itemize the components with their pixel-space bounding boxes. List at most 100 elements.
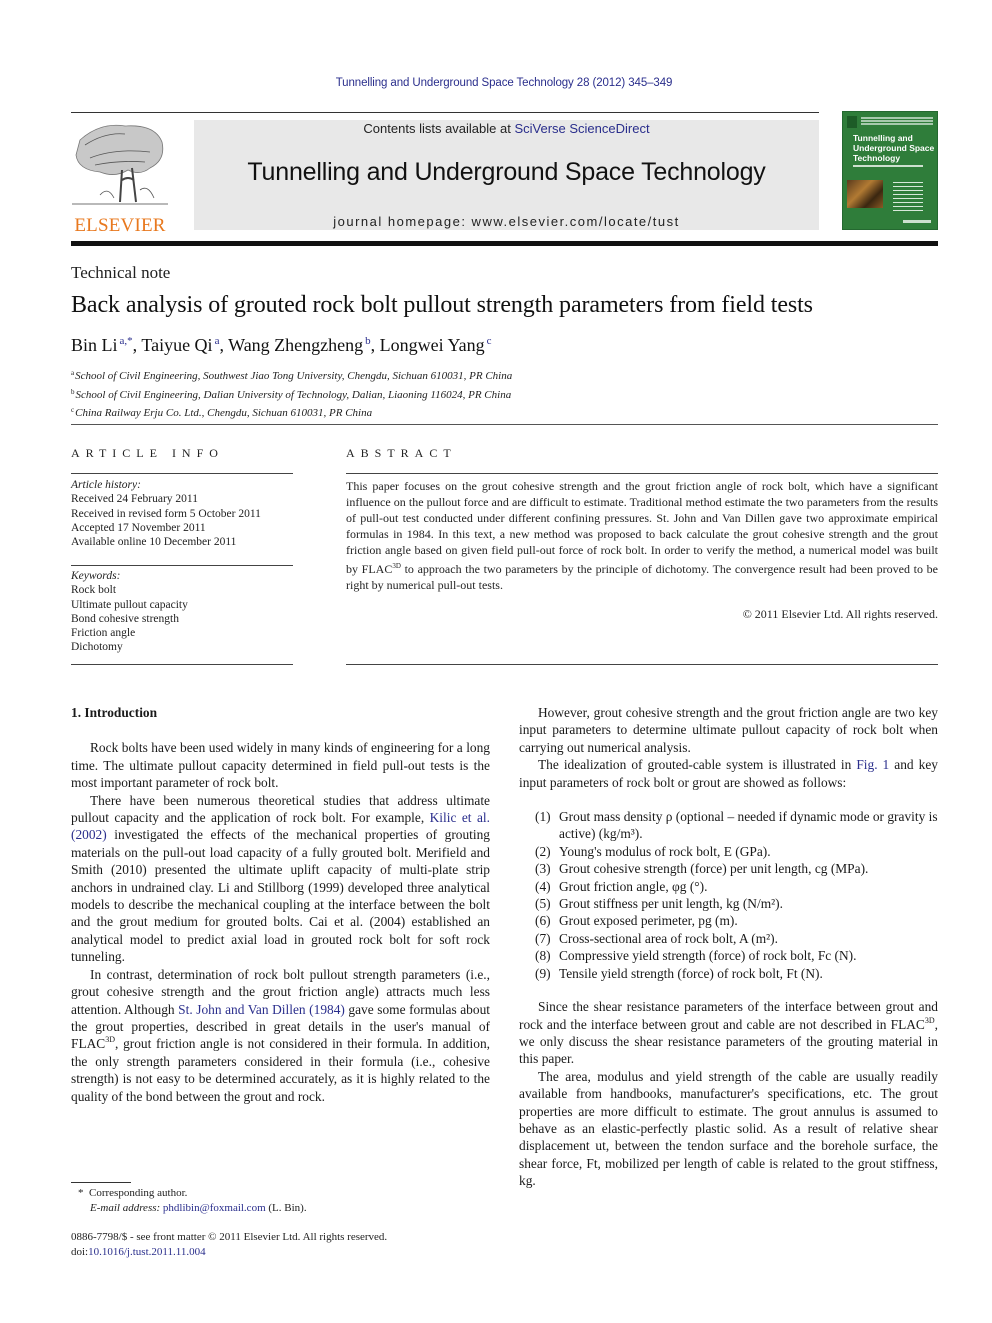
text-run: There have been numerous theoretical stu… xyxy=(71,792,490,826)
journal-citation[interactable]: Tunnelling and Underground Space Technol… xyxy=(0,77,992,89)
body-left-column: 1. Introduction Rock bolts have been use… xyxy=(71,704,490,1105)
history-item: Accepted 17 November 2011 xyxy=(71,521,206,534)
cover-title-line: Tunnelling and xyxy=(853,133,913,143)
author-affil-mark[interactable]: a,* xyxy=(120,335,133,347)
email-suffix: (L. Bin). xyxy=(265,1202,307,1214)
body-paragraph: Rock bolts have been used widely in many… xyxy=(71,740,490,791)
body-paragraph: The idealization of grouted-cable system… xyxy=(519,756,938,791)
cover-photo xyxy=(847,180,883,208)
list-number: (2) xyxy=(535,843,551,859)
history-item: Received in revised form 5 October 2011 xyxy=(71,507,261,520)
elsevier-logo[interactable]: ELSEVIER xyxy=(70,120,170,236)
list-item: (6) Grout exposed perimeter, pg (m). xyxy=(519,912,938,929)
history-label: Article history: xyxy=(71,479,141,491)
contents-line: Contents lists available at SciVerse Sci… xyxy=(194,121,819,136)
elsevier-wordmark: ELSEVIER xyxy=(74,215,166,236)
email-link[interactable]: phdlibin@foxmail.com xyxy=(163,1202,266,1214)
keywords: Keywords: Rock bolt Ultimate pullout cap… xyxy=(71,569,188,655)
affiliation-text: School of Civil Engineering, Southwest J… xyxy=(75,370,513,382)
list-number: (3) xyxy=(535,861,551,877)
abstract-heading: ABSTRACT xyxy=(346,446,457,460)
author-name[interactable]: Bin Li xyxy=(71,335,118,355)
author-affil-mark[interactable]: b xyxy=(365,335,371,347)
author-name[interactable]: Longwei Yang xyxy=(380,335,485,355)
cover-header-lines xyxy=(861,117,933,119)
history-item: Available online 10 December 2011 xyxy=(71,536,237,549)
author-name[interactable]: Taiyue Qi xyxy=(141,335,212,355)
abstract-text-part: to approach the two parameters by the pr… xyxy=(346,562,938,592)
journal-homepage[interactable]: journal homepage: www.elsevier.com/locat… xyxy=(194,214,819,229)
contents-prefix: Contents lists available at xyxy=(363,121,515,136)
cover-title: Tunnelling and Underground Space Technol… xyxy=(853,133,937,163)
affiliation-text: School of Civil Engineering, Dalian Univ… xyxy=(75,388,512,401)
article-info-bottom-rule xyxy=(71,664,293,665)
email-label: E-mail address: xyxy=(90,1202,161,1214)
figure-link[interactable]: Fig. 1 xyxy=(856,757,889,772)
corresponding-author-footnote: * Corresponding author. E-mail address: … xyxy=(78,1186,307,1216)
parameter-list: (1) Grout mass density ρ (optional – need… xyxy=(519,808,938,982)
text-run: , grout friction angle is not considered… xyxy=(71,1036,490,1104)
list-text: Tensile yield strength (force) of rock b… xyxy=(559,965,823,981)
author-name[interactable]: Wang Zhengzheng xyxy=(228,335,363,355)
author-list: Bin Li a,*, Taiyue Qi a, Wang Zhengzheng b,… xyxy=(71,335,492,355)
list-item: (8) Compressive yield strength (force) of… xyxy=(519,947,938,964)
section-heading-introduction: 1. Introduction xyxy=(71,705,158,720)
doi-link[interactable]: 10.1016/j.tust.2011.11.004 xyxy=(88,1246,205,1258)
list-number: (5) xyxy=(535,896,551,912)
list-text: Compressive yield strength (force) of ro… xyxy=(559,948,857,964)
doi-prefix: doi: xyxy=(71,1245,89,1258)
header-thick-rule xyxy=(71,241,938,246)
footnote-corresponding: Corresponding author. xyxy=(89,1187,188,1199)
journal-title: Tunnelling and Underground Space Technol… xyxy=(247,158,766,186)
elsevier-tree-icon xyxy=(72,124,168,205)
list-item: (5) Grout stiffness per unit length, kg (… xyxy=(519,895,938,912)
author-affil-mark[interactable]: a xyxy=(215,335,220,347)
journal-cover[interactable]: Tunnelling and Underground Space Technol… xyxy=(842,111,938,230)
list-item: (1) Grout mass density ρ (optional – need… xyxy=(519,808,938,843)
article-title: Back analysis of grouted rock bolt pullo… xyxy=(71,292,813,318)
text-run: Since the shear resistance parameters of… xyxy=(519,999,938,1032)
issn-block: 0886-7798/$ - see front matter © 2011 El… xyxy=(71,1230,387,1259)
keyword: Friction angle xyxy=(71,627,136,640)
article-info-heading: ARTICLE INFO xyxy=(71,446,224,460)
journal-masthead: Contents lists available at SciVerse Sci… xyxy=(194,120,819,230)
affiliation-mark: a xyxy=(71,369,75,377)
history-item: Received 24 February 2011 xyxy=(71,493,198,506)
keyword: Bond cohesive strength xyxy=(71,612,179,625)
footnote-mark: * xyxy=(78,1187,84,1199)
body-right-column: However, grout cohesive strength and the… xyxy=(519,704,938,1190)
title-divider xyxy=(71,424,938,425)
list-item: (7) Cross-sectional area of rock bolt, A … xyxy=(519,930,938,947)
list-text: Grout exposed perimeter, pg (m). xyxy=(559,913,738,929)
list-number: (9) xyxy=(535,965,551,981)
abstract-rule xyxy=(346,473,938,474)
cover-publisher-icon xyxy=(847,116,857,128)
list-number: (1) xyxy=(535,809,551,825)
text-run: The idealization of grouted-cable system… xyxy=(538,757,857,773)
superscript: 3D xyxy=(924,1015,935,1025)
text-run: investigated the effects of the mechanic… xyxy=(71,827,490,965)
cover-subtitle xyxy=(853,165,923,167)
affiliation-text: China Railway Erju Co. Ltd., Chengdu, Si… xyxy=(75,407,373,419)
affiliation: cChina Railway Erju Co. Ltd., Chengdu, S… xyxy=(71,403,512,422)
affiliation-mark: c xyxy=(71,406,75,414)
abstract-copyright: © 2011 Elsevier Ltd. All rights reserved… xyxy=(742,607,938,621)
list-item: (3) Grout cohesive strength (force) per u… xyxy=(519,860,938,877)
keywords-label: Keywords: xyxy=(71,570,121,582)
superscript: 3D xyxy=(392,562,401,570)
keyword: Dichotomy xyxy=(71,641,123,654)
cover-footer xyxy=(903,220,931,223)
list-item: (2) Young's modulus of rock bolt, E (GPa)… xyxy=(519,843,938,860)
superscript: 3D xyxy=(105,1035,116,1045)
cover-title-line: Underground Space xyxy=(853,143,935,153)
keyword: Rock bolt xyxy=(71,584,117,597)
abstract-bottom-rule xyxy=(346,664,938,665)
article-type: Technical note xyxy=(71,263,171,282)
sciencedirect-link[interactable]: SciVerse ScienceDirect xyxy=(514,121,649,136)
author-affil-mark[interactable]: c xyxy=(487,335,492,347)
affiliation-mark: b xyxy=(71,387,75,396)
list-number: (8) xyxy=(535,948,551,964)
list-number: (7) xyxy=(535,930,551,946)
body-paragraph: The area, modulus and yield strength of … xyxy=(519,1068,938,1189)
citation-link[interactable]: St. John and Van Dillen (1984) xyxy=(178,1002,345,1017)
